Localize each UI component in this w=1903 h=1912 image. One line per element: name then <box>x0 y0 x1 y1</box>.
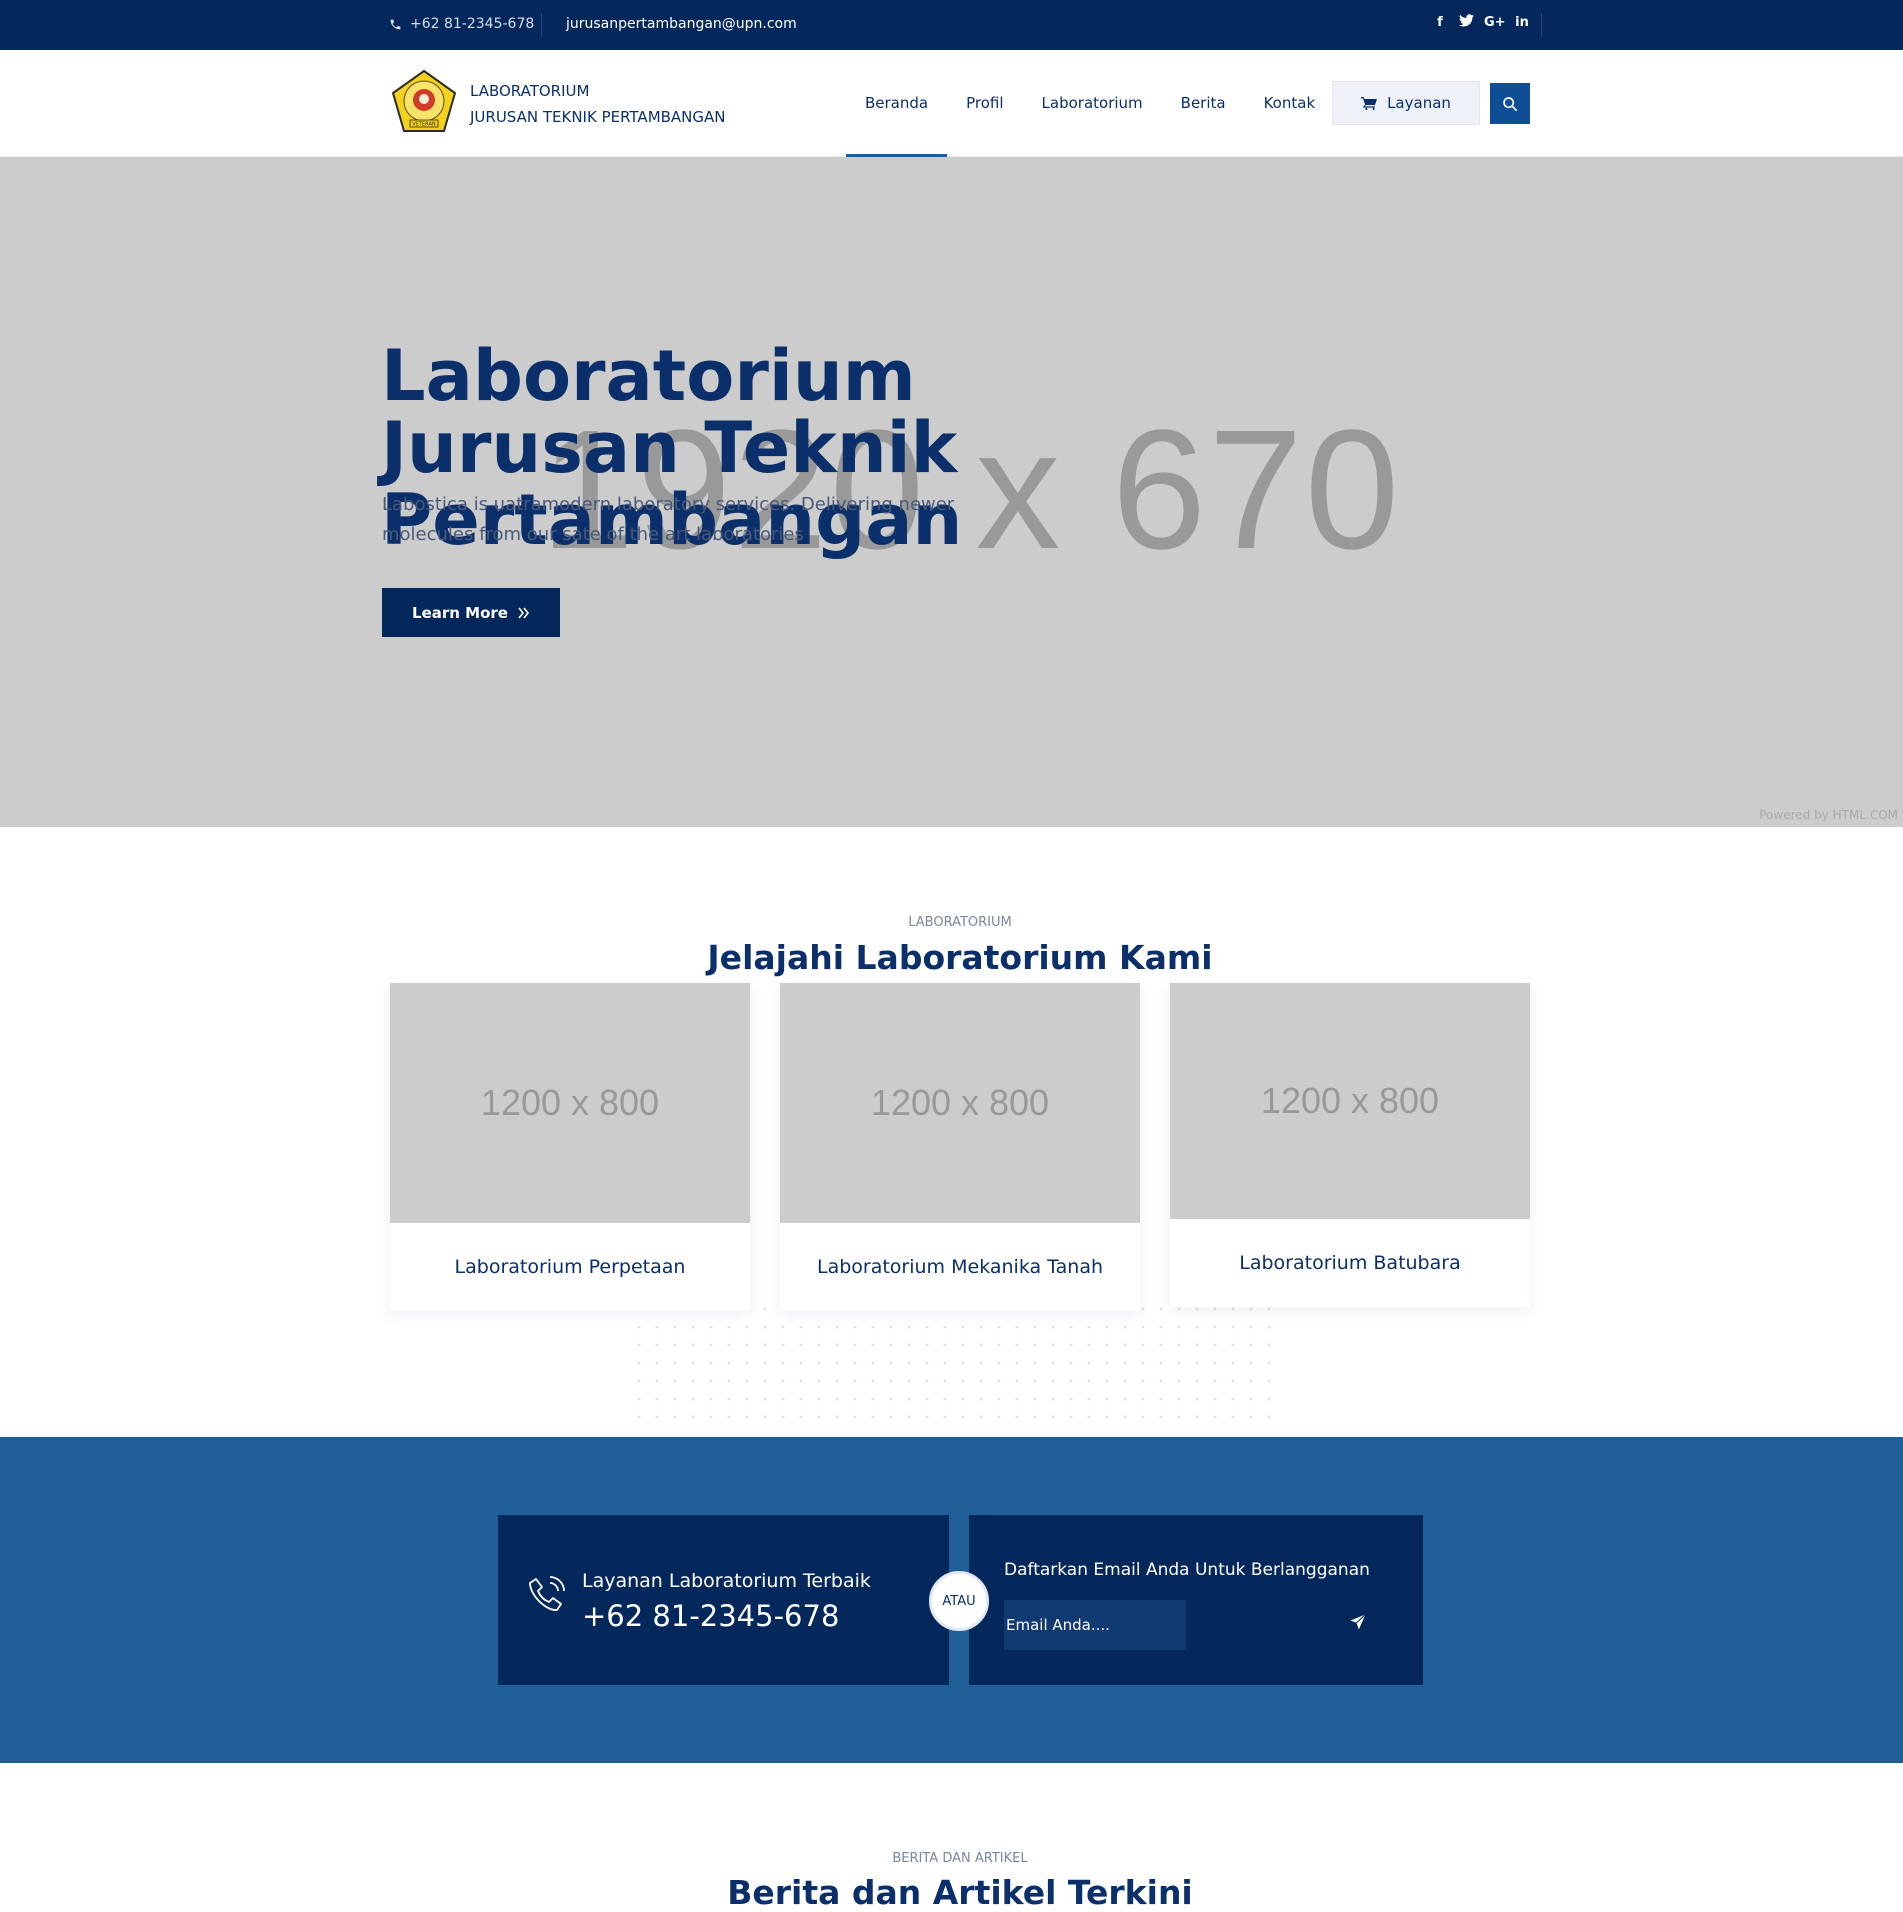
labs-title: Jelajahi Laboratorium Kami <box>707 938 1213 977</box>
service-title: Layanan Laboratorium Terbaik <box>582 1570 871 1592</box>
lab-card-title[interactable]: Laboratorium Batubara <box>1170 1219 1530 1307</box>
lab-card[interactable]: 1200 x 800 Laboratorium Batubara <box>1170 983 1530 1307</box>
topbar-email[interactable]: jurusanpertambangan@upn.com <box>566 16 797 32</box>
svg-text:VETERAN: VETERAN <box>412 122 435 128</box>
hero-banner: 1920 x 670 Laboratorium Jurusan Teknik P… <box>0 157 1903 827</box>
brand-line-2: JURUSAN TEKNIK PERTAMBANGAN <box>470 108 726 126</box>
nav-item-laboratorium[interactable]: Laboratorium <box>1023 50 1162 157</box>
lab-card-image: 1200 x 800 <box>1170 983 1530 1219</box>
hero-description: Labostica is uatramodern laboratory serv… <box>382 494 955 545</box>
phone-icon <box>390 19 401 29</box>
lab-card-title[interactable]: Laboratorium Perpetaan <box>390 1223 750 1311</box>
news-title: Berita dan Artikel Terkini <box>727 1873 1193 1912</box>
service-phone[interactable]: +62 81-2345-678 <box>582 1599 839 1633</box>
subscribe-box: Daftarkan Email Anda Untuk Berlangganan <box>969 1515 1423 1685</box>
topbar-phone-text: +62 81-2345-678 <box>410 16 535 32</box>
search-button[interactable] <box>1490 83 1530 124</box>
subscribe-title: Daftarkan Email Anda Untuk Berlangganan <box>1004 1560 1370 1580</box>
brand-name[interactable]: LABORATORIUM JURUSAN TEKNIK PERTAMBANGAN <box>470 78 726 130</box>
main-nav: Beranda Profil Laboratorium Berita Konta… <box>846 50 1334 157</box>
or-badge: ATAU <box>929 1571 989 1631</box>
social-links: f G+ in <box>1432 14 1530 32</box>
topbar-divider <box>541 13 542 37</box>
labs-subtitle: LABORATORIUM <box>908 915 1012 930</box>
nav-item-berita[interactable]: Berita <box>1162 50 1245 157</box>
news-subtitle: BERITA DAN ARTIKEL <box>892 1851 1028 1866</box>
facebook-icon[interactable]: f <box>1432 14 1448 32</box>
contact-band: Layanan Laboratorium Terbaik +62 81-2345… <box>0 1437 1903 1763</box>
lab-card-image: 1200 x 800 <box>780 983 1140 1223</box>
google-plus-icon[interactable]: G+ <box>1484 14 1506 32</box>
lab-card-image: 1200 x 800 <box>390 983 750 1223</box>
university-logo[interactable]: VETERAN <box>389 68 459 138</box>
learn-more-button[interactable]: Learn More <box>382 588 560 637</box>
layanan-label: Layanan <box>1387 94 1451 112</box>
nav-item-profil[interactable]: Profil <box>947 50 1022 157</box>
service-box: Layanan Laboratorium Terbaik +62 81-2345… <box>498 1515 949 1685</box>
cart-icon <box>1361 97 1378 110</box>
email-input[interactable] <box>1004 1600 1186 1650</box>
learn-more-label: Learn More <box>412 603 508 622</box>
search-icon <box>1503 96 1518 111</box>
send-icon[interactable] <box>1349 1613 1367 1631</box>
phone-call-icon <box>529 1576 565 1611</box>
layanan-button[interactable]: Layanan <box>1332 81 1480 125</box>
lab-card[interactable]: 1200 x 800 Laboratorium Mekanika Tanah <box>780 983 1140 1311</box>
powered-by: Powered by HTML.COM <box>1759 808 1898 822</box>
topbar-phone[interactable]: +62 81-2345-678 <box>389 16 534 32</box>
dot-pattern <box>630 1300 1270 1430</box>
lab-card-title[interactable]: Laboratorium Mekanika Tanah <box>780 1223 1140 1311</box>
nav-item-beranda[interactable]: Beranda <box>846 50 948 157</box>
top-bar: +62 81-2345-678 jurusanpertambangan@upn.… <box>0 0 1903 50</box>
brand-line-1: LABORATORIUM <box>470 82 590 100</box>
site-header: VETERAN LABORATORIUM JURUSAN TEKNIK PERT… <box>0 50 1903 157</box>
twitter-icon[interactable] <box>1458 14 1474 32</box>
double-chevron-right-icon <box>518 607 530 618</box>
nav-item-kontak[interactable]: Kontak <box>1245 50 1335 157</box>
linkedin-icon[interactable]: in <box>1514 14 1530 32</box>
lab-card[interactable]: 1200 x 800 Laboratorium Perpetaan <box>390 983 750 1311</box>
topbar-divider <box>1541 13 1542 37</box>
